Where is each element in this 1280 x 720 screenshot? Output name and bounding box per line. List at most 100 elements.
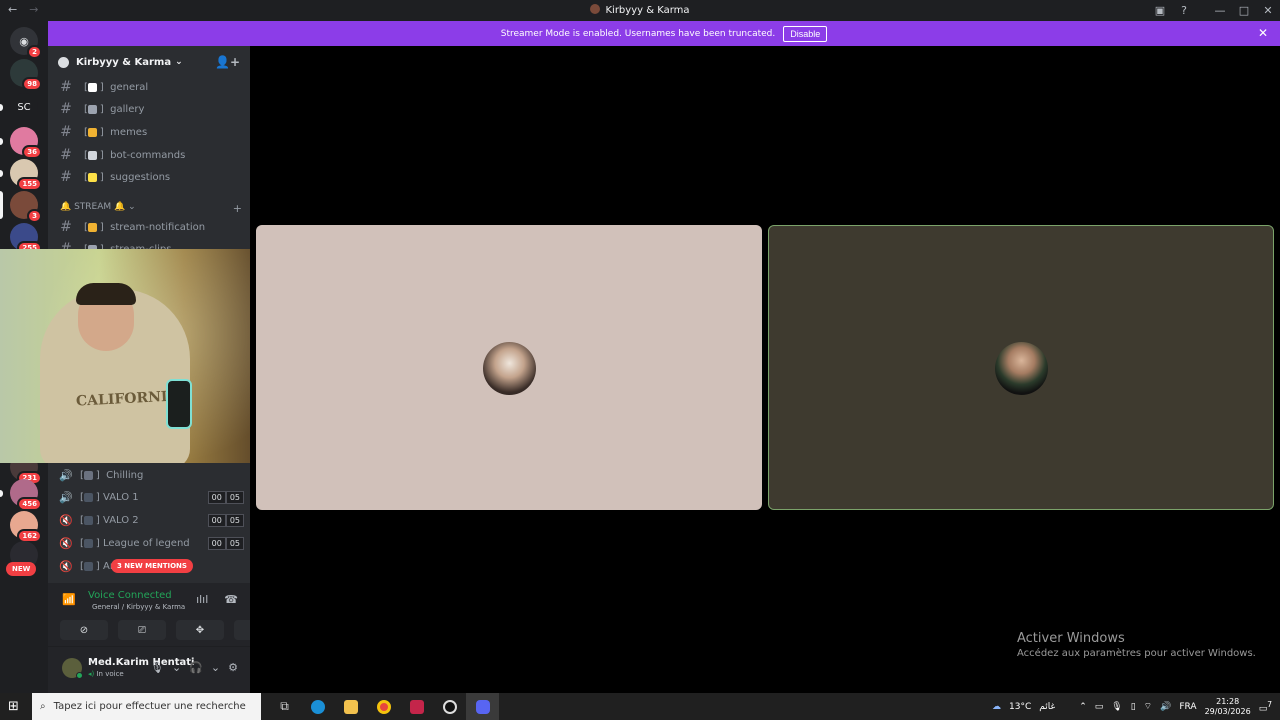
file-explorer-icon[interactable]	[334, 693, 367, 720]
guild-icon	[58, 56, 69, 68]
new-unreads-pill[interactable]: NEW	[6, 562, 37, 576]
gear-icon[interactable]: ⚙	[228, 661, 238, 674]
date: 29/03/2026	[1204, 706, 1251, 716]
headphones-icon[interactable]: 🎧	[189, 661, 203, 674]
server-icon-3[interactable]: 155	[10, 159, 42, 191]
voice-status[interactable]: Voice Connected	[88, 590, 172, 601]
close-window-button[interactable]: ✕	[1256, 4, 1280, 17]
voice-channel-league[interactable]: 🔇[] League of legend 00 05	[56, 532, 244, 554]
server-icon-1[interactable]: 98	[10, 59, 42, 91]
chevron-down-icon[interactable]: ⌄	[211, 661, 220, 674]
locked-speaker-icon: 🔇	[59, 536, 73, 550]
avatar[interactable]	[62, 658, 83, 679]
participant-tile-1[interactable]	[256, 225, 762, 510]
system-tray: ☁ 13°C غائم ⌃ ▭ 🎙 ▯ ⌔ 🔊 FRA 21:28 29/03/…	[992, 693, 1280, 720]
channel-bot-commands[interactable]: #[ ] bot-commands	[56, 144, 244, 166]
edge-icon[interactable]	[301, 693, 334, 720]
user-status: ◂) In voice	[88, 670, 124, 678]
help-icon[interactable]: ?	[1172, 4, 1196, 17]
windows-start-icon[interactable]: ⊞	[8, 699, 19, 714]
network-icon[interactable]: ⌔	[1144, 701, 1152, 712]
server-badge: 36	[22, 145, 42, 159]
server-icon-active[interactable]: 3	[10, 191, 42, 223]
app-icon-red[interactable]	[400, 693, 433, 720]
online-status-dot	[76, 672, 83, 679]
locked-speaker-icon: 🔇	[59, 513, 73, 527]
volume-icon[interactable]: 🔊	[1160, 702, 1171, 712]
bracket-close: ]	[99, 103, 104, 115]
hash-icon: #	[60, 147, 72, 163]
notification-center-icon[interactable]: ▭7	[1259, 700, 1272, 714]
chrome-icon[interactable]	[367, 693, 400, 720]
windows-taskbar: ⊞ ⌕ Tapez ici pour effectuer une recherc…	[0, 693, 1280, 720]
laughing-face-icon	[87, 127, 97, 137]
new-mentions-pill[interactable]: 3 NEW MENTIONS	[111, 559, 193, 573]
speaker-icon: 🔊	[59, 468, 73, 482]
channel-name: gallery	[110, 103, 145, 115]
voice-channel-valo-1[interactable]: 🔊[] VALO 1 00 05	[56, 486, 244, 508]
task-view-icon[interactable]: ⧉	[268, 693, 301, 720]
guild-name: Kirbyyy & Karma	[76, 56, 172, 68]
voice-controls: ılıl ☎	[196, 593, 238, 606]
bracket-close: ]	[95, 537, 100, 549]
noise-suppression-icon[interactable]: ılıl	[196, 593, 208, 606]
microphone-icon[interactable]: 🎙	[150, 661, 164, 674]
direct-messages-button[interactable]: ◉ 2	[10, 27, 42, 59]
chevron-down-icon: ⌄	[175, 57, 183, 67]
channel-name: memes	[110, 126, 148, 138]
chevron-down-icon[interactable]: ⌄	[172, 661, 181, 674]
clock[interactable]: 21:28 29/03/2026	[1205, 697, 1251, 717]
voice-channel-path[interactable]: General / Kirbyyy & Karma	[92, 603, 185, 611]
bell-icon: 🔔	[60, 202, 72, 212]
language-indicator[interactable]: FRA	[1179, 702, 1196, 712]
server-icon-6[interactable]: 456	[10, 479, 42, 511]
category-stream[interactable]: 🔔 STREAM 🔔 ⌄ +	[60, 202, 242, 215]
camera-off-button[interactable]: ⊘	[60, 620, 108, 640]
participant-avatar	[995, 341, 1048, 395]
bracket-close: ]	[95, 514, 100, 526]
unread-pill	[0, 138, 3, 145]
notification-count: 7	[1267, 699, 1272, 709]
microphone-tray-icon[interactable]: 🎙	[1111, 702, 1122, 712]
channel-memes[interactable]: #[ ] memes	[56, 121, 244, 143]
tray-icon[interactable]: ▭	[1095, 702, 1104, 712]
minimize-button[interactable]: —	[1208, 4, 1232, 17]
disable-streamer-mode-button[interactable]: Disable	[783, 25, 828, 42]
server-badge: 155	[17, 177, 42, 191]
weather-icon[interactable]: ☁	[992, 702, 1001, 712]
voice-channel-valo-2[interactable]: 🔇[] VALO 2 00 05	[56, 509, 244, 531]
invite-people-icon[interactable]: 👤+	[215, 55, 240, 69]
server-icon-2[interactable]: 36	[10, 127, 42, 159]
channel-suggestions[interactable]: #[ ] suggestions	[56, 166, 244, 188]
create-channel-icon[interactable]: +	[233, 202, 242, 215]
channel-general[interactable]: #[ ] general	[56, 76, 244, 98]
chevron-down-icon: ⌄	[128, 202, 136, 212]
channel-stream-notification[interactable]: #[ ] stream-notification	[56, 216, 244, 238]
server-avatar-icon	[590, 4, 601, 14]
disconnect-icon[interactable]: ☎	[224, 593, 238, 606]
discord-taskbar-icon[interactable]	[466, 693, 499, 720]
obs-icon[interactable]	[433, 693, 466, 720]
battery-icon[interactable]: ▯	[1131, 702, 1136, 712]
maximize-button[interactable]: □	[1232, 4, 1256, 17]
user-count: 00	[207, 513, 226, 527]
channel-name: suggestions	[110, 171, 171, 183]
server-icon-sc[interactable]: SC	[10, 93, 38, 121]
screen-share-button[interactable]: ⎚	[118, 620, 166, 640]
guild-header[interactable]: Kirbyyy & Karma ⌄ 👤+	[48, 46, 250, 78]
chevron-up-icon[interactable]: ⌃	[1079, 702, 1087, 712]
activities-button[interactable]: ✥	[176, 620, 224, 640]
server-icon-4[interactable]: 255	[10, 223, 42, 255]
taskbar-search[interactable]: ⌕ Tapez ici pour effectuer une recherche	[32, 693, 261, 720]
inbox-icon[interactable]: ▣	[1148, 4, 1172, 17]
voice-channel-chilling[interactable]: 🔊[ ] Chilling	[56, 464, 244, 486]
selected-pill	[0, 191, 3, 219]
voice-action-buttons: ⊘ ⎚ ✥ ✺	[60, 620, 282, 640]
user-limit: 05	[225, 490, 244, 504]
channel-gallery[interactable]: #[ ] gallery	[56, 98, 244, 120]
participant-tile-2-speaking[interactable]	[768, 225, 1274, 510]
server-icon-7[interactable]: 162	[10, 511, 42, 543]
close-icon[interactable]: ✕	[1258, 26, 1268, 40]
signal-icon[interactable]: 📶	[62, 593, 76, 606]
weather-temp[interactable]: 13°C	[1009, 702, 1031, 712]
